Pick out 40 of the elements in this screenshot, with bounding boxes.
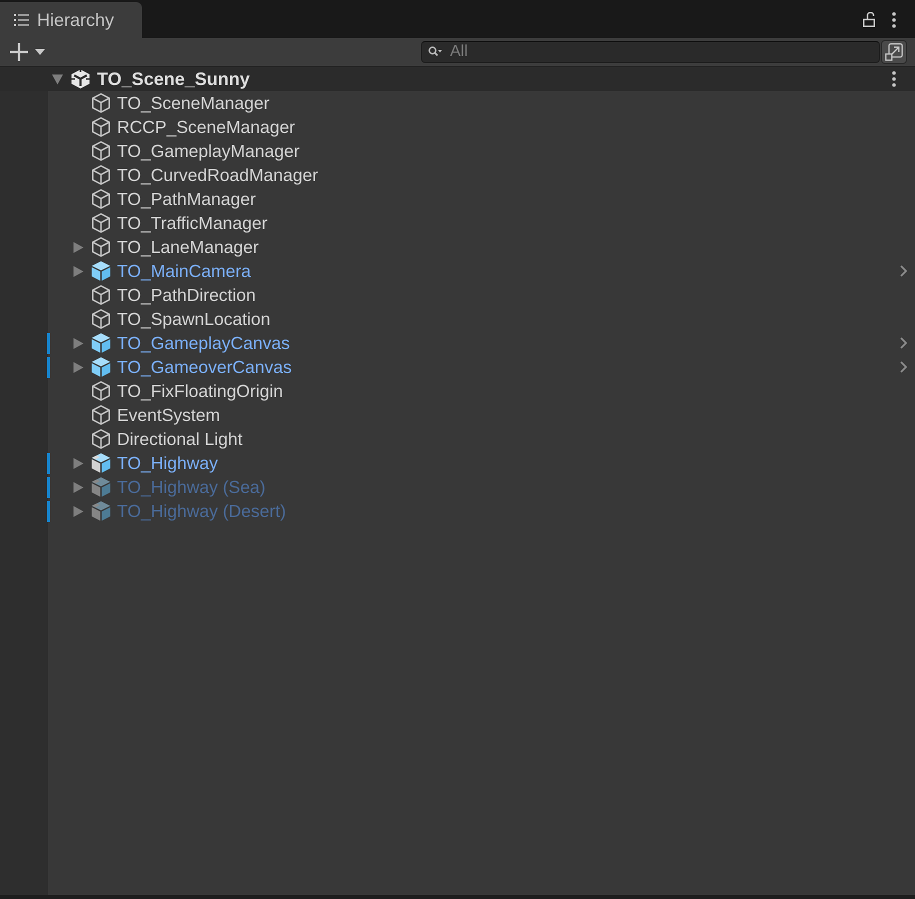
hierarchy-item[interactable]: RCCP_SceneManager [117, 116, 296, 138]
chevron-right-icon[interactable] [900, 265, 907, 277]
chevron-right-icon[interactable] [900, 337, 907, 349]
expand-arrow-icon[interactable] [73, 266, 84, 276]
expand-arrow-icon[interactable] [73, 338, 84, 348]
hierarchy-item[interactable]: TO_TrafficManager [117, 212, 268, 234]
search-icon [428, 46, 442, 58]
unlocked-lock-icon[interactable] [863, 12, 875, 27]
open-window-icon [885, 43, 903, 61]
expand-arrow-icon[interactable] [73, 242, 84, 252]
expand-arrow-icon[interactable] [73, 506, 84, 516]
caret-icon[interactable] [35, 49, 45, 55]
search-field[interactable]: All [421, 41, 880, 63]
list-icon [14, 14, 29, 26]
hierarchy-item[interactable]: EventSystem [117, 404, 220, 426]
more-options-icon[interactable] [892, 71, 896, 87]
hierarchy-item[interactable]: TO_CurvedRoadManager [117, 164, 318, 186]
hierarchy-item[interactable]: Directional Light [117, 428, 242, 450]
hierarchy-item[interactable]: TO_GameoverCanvas [117, 356, 292, 378]
search-input[interactable]: All [450, 43, 879, 61]
hierarchy-item[interactable]: TO_MainCamera [117, 260, 251, 282]
plus-icon[interactable] [10, 43, 28, 61]
hierarchy-tab[interactable]: Hierarchy [0, 2, 142, 38]
expand-arrow-icon[interactable] [73, 482, 84, 492]
hierarchy-item[interactable]: TO_Highway [117, 452, 218, 474]
hierarchy-item[interactable]: TO_PathManager [117, 188, 256, 210]
hierarchy-item[interactable]: TO_GameplayManager [117, 140, 300, 162]
hierarchy-item[interactable]: TO_GameplayCanvas [117, 332, 290, 354]
expand-arrow-icon[interactable] [73, 362, 84, 372]
expand-arrow-icon[interactable] [73, 458, 84, 468]
hierarchy-item[interactable]: TO_PathDirection [117, 284, 256, 306]
chevron-right-icon[interactable] [900, 361, 907, 373]
scene-name[interactable]: TO_Scene_Sunny [97, 68, 250, 90]
collapse-arrow-icon[interactable] [52, 74, 63, 84]
hierarchy-item[interactable]: TO_LaneManager [117, 236, 259, 258]
scene-search-button[interactable] [881, 40, 907, 64]
hierarchy-item[interactable]: TO_SpawnLocation [117, 308, 270, 330]
hierarchy-item[interactable]: TO_FixFloatingOrigin [117, 380, 283, 402]
hierarchy-item[interactable]: TO_SceneManager [117, 92, 270, 114]
more-options-icon[interactable] [892, 12, 896, 28]
